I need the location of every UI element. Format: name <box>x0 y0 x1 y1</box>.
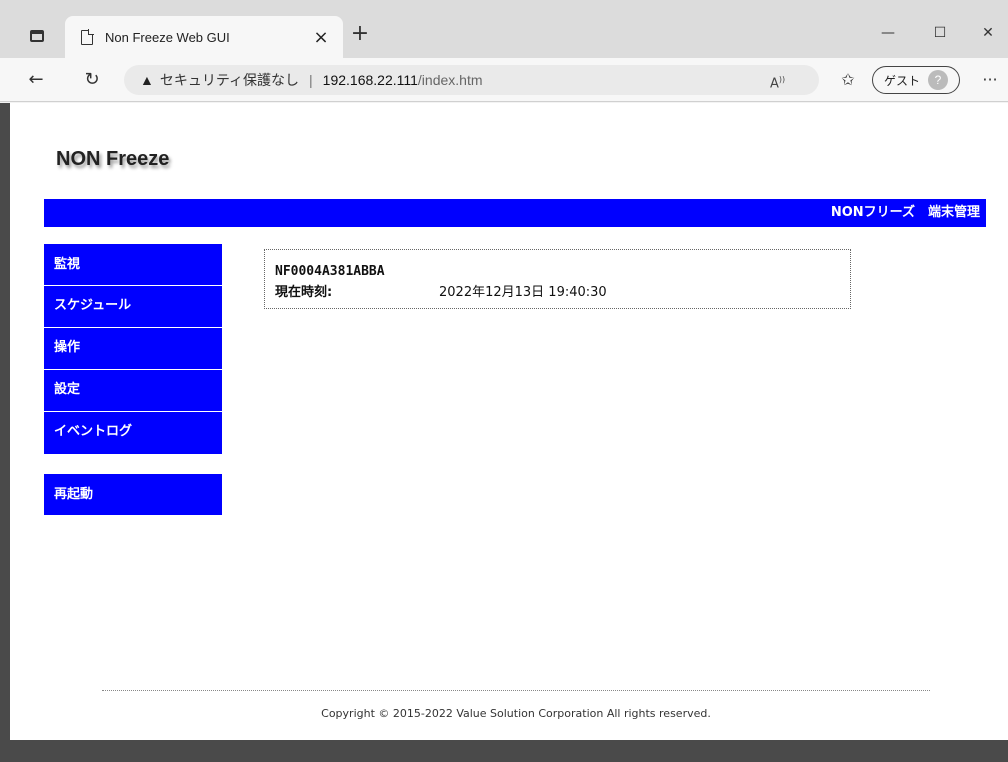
minimize-button[interactable]: — <box>868 20 908 46</box>
tab-actions-icon[interactable] <box>30 30 44 42</box>
menu-item-event-log[interactable]: イベントログ <box>44 412 222 454</box>
reload-button[interactable]: ↻ <box>78 66 106 94</box>
tab-title: Non Freeze Web GUI <box>105 29 230 45</box>
avatar-icon: ? <box>928 70 948 90</box>
url-path[interactable]: /index.htm <box>418 72 483 88</box>
maximize-button[interactable]: ☐ <box>920 20 960 46</box>
current-time-row: 現在時刻: 2022年12月13日 19:40:30 <box>275 281 850 300</box>
window-border-bottom <box>0 740 1008 762</box>
browser-tabbar: Non Freeze Web GUI × + — ☐ ✕ <box>0 0 1008 66</box>
menu-item-settings[interactable]: 設定 <box>44 370 222 412</box>
profile-button[interactable]: ゲスト ? <box>872 66 960 94</box>
more-icon[interactable]: ··· <box>976 66 1004 94</box>
device-info-box: NF0004A381ABBA 現在時刻: 2022年12月13日 19:40:3… <box>264 249 851 309</box>
url-field[interactable]: ▲ セキュリティ保護なし | 192.168.22.111 /index.htm <box>124 65 819 95</box>
menu-item-schedule[interactable]: スケジュール <box>44 286 222 328</box>
footer-divider <box>102 690 930 691</box>
copyright-text: Copyright © 2015-2022 Value Solution Cor… <box>321 707 711 720</box>
warning-icon[interactable]: ▲ <box>140 72 154 88</box>
security-status[interactable]: セキュリティ保護なし <box>160 70 299 90</box>
header-bar: NONフリーズ 端末管理 <box>44 199 986 227</box>
current-time-value: 2022年12月13日 19:40:30 <box>439 285 607 300</box>
read-aloud-icon[interactable]: A)) <box>770 65 785 95</box>
site-logo: NON Freeze <box>56 148 170 170</box>
profile-label: ゲスト <box>883 73 920 88</box>
window-border-left <box>0 103 10 762</box>
browser-tab[interactable]: Non Freeze Web GUI × <box>65 16 343 58</box>
tab-close-icon[interactable]: × <box>311 27 331 48</box>
back-button[interactable]: ← <box>22 66 50 94</box>
close-window-button[interactable]: ✕ <box>968 20 1008 46</box>
device-id: NF0004A381ABBA <box>275 264 385 279</box>
current-time-label: 現在時刻: <box>275 285 333 300</box>
menu-item-monitor[interactable]: 監視 <box>44 244 222 286</box>
page-viewport: NON Freeze NONフリーズ 端末管理 監視 スケジュール 操作 設定 … <box>10 103 1008 740</box>
side-menu: 監視 スケジュール 操作 設定 イベントログ 再起動 <box>44 244 222 515</box>
favorites-icon[interactable]: ✩ <box>834 66 862 94</box>
address-bar: ← ↻ ▲ セキュリティ保護なし | 192.168.22.111 /index… <box>0 58 1008 102</box>
new-tab-button[interactable]: + <box>346 20 374 48</box>
url-separator: | <box>309 72 313 88</box>
restart-button[interactable]: 再起動 <box>44 474 222 515</box>
page-icon <box>81 29 94 45</box>
menu-item-operation[interactable]: 操作 <box>44 328 222 370</box>
url-host[interactable]: 192.168.22.111 <box>323 72 418 88</box>
read-aloud-label: A <box>770 76 779 92</box>
